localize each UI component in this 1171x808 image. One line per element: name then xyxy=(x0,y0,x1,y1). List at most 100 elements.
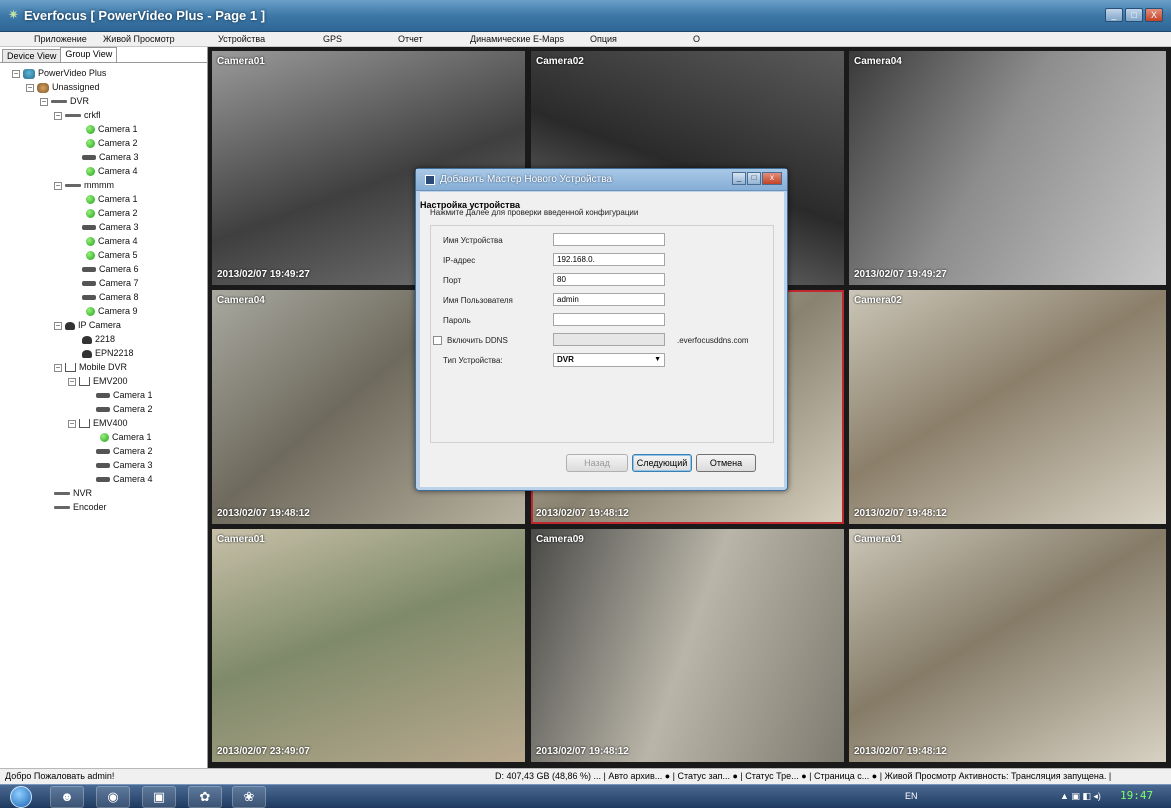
menu-gps[interactable]: GPS xyxy=(323,34,342,44)
tree-node-dvr[interactable]: − DVR xyxy=(40,95,89,107)
tree-node-emv200[interactable]: − EMV200 xyxy=(68,375,128,387)
start-button[interactable] xyxy=(10,786,32,808)
collapse-icon[interactable]: − xyxy=(26,83,34,92)
camera-online-icon xyxy=(100,433,109,443)
menu-about[interactable]: О xyxy=(693,34,700,44)
camera-icon xyxy=(96,449,110,455)
tree-camera[interactable]: Camera 3 xyxy=(96,459,153,471)
collapse-icon[interactable]: − xyxy=(54,321,62,330)
ip-address-input[interactable] xyxy=(553,253,665,266)
menu-options[interactable]: Опция xyxy=(590,34,617,44)
menu-emaps[interactable]: Динамические E-Maps xyxy=(470,34,564,44)
tree-node-dvr-crkfl[interactable]: − crkfl xyxy=(54,109,101,121)
collapse-icon[interactable]: − xyxy=(54,181,62,190)
tree-camera[interactable]: Camera 3 xyxy=(82,221,139,233)
collapse-icon[interactable]: − xyxy=(12,69,20,78)
dialog-close-button[interactable]: x xyxy=(762,172,782,185)
taskbar-app-icon[interactable]: ▣ xyxy=(142,786,176,808)
minimize-button[interactable]: _ xyxy=(1105,8,1123,22)
tree-camera[interactable]: Camera 2 xyxy=(86,137,138,149)
tree-camera[interactable]: Camera 6 xyxy=(82,263,139,275)
tree-node-nvr[interactable]: NVR xyxy=(54,487,92,499)
tree-camera[interactable]: Camera 7 xyxy=(82,277,139,289)
camera-label: Camera02 xyxy=(536,56,584,67)
tree-camera[interactable]: Camera 2 xyxy=(86,207,138,219)
menu-devices[interactable]: Устройства xyxy=(218,34,265,44)
collapse-icon[interactable]: − xyxy=(68,377,76,386)
tree-ip-camera[interactable]: EPN2218 xyxy=(82,347,134,359)
password-input[interactable] xyxy=(553,313,665,326)
tree-node-unassigned[interactable]: − Unassigned xyxy=(26,81,100,93)
tree-camera[interactable]: Camera 4 xyxy=(86,165,138,177)
device-settings-form: Имя Устройства IP-адрес Порт Имя Пользов… xyxy=(430,225,774,443)
tree-camera[interactable]: Camera 4 xyxy=(96,473,153,485)
collapse-icon[interactable]: − xyxy=(68,419,76,428)
camera-view[interactable]: Camera02 2013/02/07 19:48:12 xyxy=(849,290,1166,524)
tree-camera[interactable]: Camera 1 xyxy=(86,123,138,135)
mobile-dvr-icon xyxy=(79,419,90,429)
camera-view[interactable]: Camera01 2013/02/07 19:48:12 xyxy=(849,529,1166,762)
dialog-minimize-button[interactable]: _ xyxy=(732,172,746,185)
tree-camera[interactable]: Camera 2 xyxy=(96,403,153,415)
camera-view[interactable]: Camera09 2013/02/07 19:48:12 xyxy=(531,529,844,762)
collapse-icon[interactable]: − xyxy=(40,97,48,106)
panel-tabs: Device View Group View xyxy=(2,47,118,62)
close-button[interactable]: X xyxy=(1145,8,1163,22)
menu-live-view[interactable]: Живой Просмотр xyxy=(103,34,175,44)
camera-view[interactable]: Camera04 2013/02/07 19:49:27 xyxy=(849,51,1166,285)
tree-camera[interactable]: Camera 2 xyxy=(96,445,153,457)
tree-camera[interactable]: Camera 5 xyxy=(86,249,138,261)
clock[interactable]: 19:47 xyxy=(1120,789,1153,802)
menu-report[interactable]: Отчет xyxy=(398,34,423,44)
tab-group-view[interactable]: Group View xyxy=(60,47,118,62)
tree-node-emv400[interactable]: − EMV400 xyxy=(68,417,128,429)
maximize-button[interactable]: □ xyxy=(1125,8,1143,22)
tree-camera[interactable]: Camera 1 xyxy=(100,431,152,443)
collapse-icon[interactable]: − xyxy=(54,363,62,372)
tree-node-encoder[interactable]: Encoder xyxy=(54,501,107,513)
taskbar-app-icon[interactable]: ◉ xyxy=(96,786,130,808)
tree-camera[interactable]: Camera 3 xyxy=(82,151,139,163)
camera-timestamp: 2013/02/07 19:48:12 xyxy=(854,508,947,519)
tree-ip-camera[interactable]: 2218 xyxy=(82,333,115,345)
tree-node-mobile-dvr[interactable]: − Mobile DVR xyxy=(54,361,127,373)
camera-timestamp: 2013/02/07 23:49:07 xyxy=(217,746,310,757)
camera-online-icon xyxy=(86,125,95,135)
camera-label: Camera01 xyxy=(217,534,265,545)
ddns-input[interactable] xyxy=(553,333,665,346)
cancel-button[interactable]: Отмена xyxy=(696,454,756,472)
menu-bar: Приложение Живой Просмотр Устройства GPS… xyxy=(0,32,1171,47)
camera-label: Camera02 xyxy=(854,295,902,306)
tree-node-ip-camera[interactable]: − IP Camera xyxy=(54,319,121,331)
taskbar-app-icon[interactable]: ✿ xyxy=(188,786,222,808)
wizard-icon xyxy=(425,175,435,185)
status-details: D: 407,43 GB (48,86 %) ... | Авто архив.… xyxy=(495,771,1112,781)
tree-camera[interactable]: Camera 8 xyxy=(82,291,139,303)
dialog-window-controls: _ □ x xyxy=(732,172,782,185)
username-input[interactable] xyxy=(553,293,665,306)
dialog-maximize-button[interactable]: □ xyxy=(747,172,761,185)
enable-ddns-checkbox[interactable] xyxy=(433,336,442,345)
tree-camera[interactable]: Camera 1 xyxy=(96,389,153,401)
tree-camera[interactable]: Camera 9 xyxy=(86,305,138,317)
device-type-select[interactable]: DVR ▼ xyxy=(553,353,665,367)
tree-camera[interactable]: Camera 1 xyxy=(86,193,138,205)
back-button[interactable]: Назад xyxy=(566,454,628,472)
port-input[interactable] xyxy=(553,273,665,286)
taskbar-app-icon[interactable]: ☻ xyxy=(50,786,84,808)
password-label: Пароль xyxy=(443,316,471,325)
next-button[interactable]: Следующий xyxy=(632,454,692,472)
menu-application[interactable]: Приложение xyxy=(34,34,87,44)
language-indicator[interactable]: EN xyxy=(905,791,918,801)
tree-camera[interactable]: Camera 4 xyxy=(86,235,138,247)
tree-node-root[interactable]: − PowerVideo Plus xyxy=(12,67,106,79)
taskbar-app-icon[interactable]: ❀ xyxy=(232,786,266,808)
device-name-input[interactable] xyxy=(553,233,665,246)
tree-node-dvr-mmmm[interactable]: − mmmm xyxy=(54,179,114,191)
device-tree: − PowerVideo Plus − Unassigned − DVR − crkfl… xyxy=(0,62,207,762)
camera-icon xyxy=(82,295,96,301)
collapse-icon[interactable]: − xyxy=(54,111,62,120)
tab-device-view[interactable]: Device View xyxy=(2,49,62,62)
dialog-subheading: Нажмите Далее для проверки введенной кон… xyxy=(430,208,639,217)
camera-view[interactable]: Camera01 2013/02/07 23:49:07 xyxy=(212,529,525,762)
